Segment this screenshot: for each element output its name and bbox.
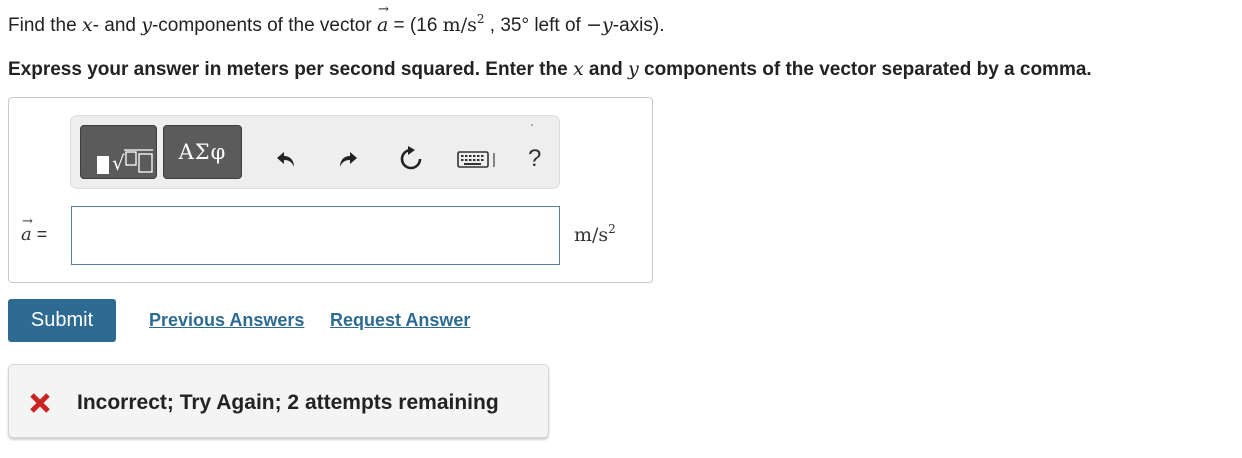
instruction-part: components of the vector separated by a … xyxy=(638,59,1092,80)
question-text-part: -components of the vector xyxy=(151,15,377,36)
vector-a-symbol: a → xyxy=(376,3,389,38)
templates-icon: √ xyxy=(97,149,153,175)
reset-button[interactable] xyxy=(398,146,424,172)
reset-icon xyxy=(400,146,422,170)
magnitude-value: = (16 xyxy=(388,15,443,36)
previous-answers-link[interactable]: Previous Answers xyxy=(149,310,304,331)
redo-button[interactable] xyxy=(335,146,361,172)
toolbar-dot xyxy=(531,124,533,126)
redo-icon xyxy=(340,152,357,167)
vector-a-symbol: a → xyxy=(21,215,33,245)
svg-text:√: √ xyxy=(112,151,125,175)
instruction-text: Express your answer in meters per second… xyxy=(8,56,1092,83)
unit-base: m/s xyxy=(574,224,609,246)
templates-button[interactable]: √ xyxy=(80,125,157,179)
magnitude-unit: m/s xyxy=(442,14,477,36)
x-mark-icon xyxy=(30,393,50,413)
vector-arrow: → xyxy=(22,214,33,229)
y-variable: y xyxy=(628,58,639,80)
question-suffix: -axis). xyxy=(612,15,665,36)
question-text: Find the x- and y-components of the vect… xyxy=(8,3,665,39)
answer-input[interactable] xyxy=(71,206,560,265)
answer-unit: m/s2 xyxy=(574,222,616,246)
undo-button[interactable] xyxy=(273,146,299,172)
keyboard-button[interactable] xyxy=(456,146,502,172)
unit-exponent: 2 xyxy=(608,222,616,236)
direction-text: , 35° left of xyxy=(484,15,587,36)
symbols-icon: ΑΣφ xyxy=(178,140,227,164)
request-answer-link[interactable]: Request Answer xyxy=(330,310,470,331)
help-icon[interactable]: ? xyxy=(528,146,541,172)
x-variable: x xyxy=(81,14,93,36)
equals-sign: = xyxy=(31,224,48,244)
feedback-message: Incorrect; Try Again; 2 attempts remaini… xyxy=(77,391,499,414)
instruction-part: Express your answer in meters per second… xyxy=(8,59,573,80)
answer-label: a → = xyxy=(21,215,48,245)
answer-panel: √ ΑΣφ ? a → = m/s2 xyxy=(8,97,653,283)
submit-button[interactable]: Submit xyxy=(8,299,116,342)
symbols-button[interactable]: ΑΣφ xyxy=(163,125,242,179)
math-toolbar: √ ΑΣφ ? xyxy=(70,115,560,189)
negative-y-axis: −y xyxy=(586,14,613,36)
instruction-part: and xyxy=(583,59,628,80)
y-variable: y xyxy=(141,14,152,36)
question-prefix: Find the xyxy=(8,15,82,36)
question-text-part: - and xyxy=(92,15,142,36)
undo-icon xyxy=(277,152,294,167)
vector-arrow: → xyxy=(377,2,389,17)
keyboard-icon xyxy=(457,151,495,168)
feedback-box: Incorrect; Try Again; 2 attempts remaini… xyxy=(8,364,549,438)
x-variable: x xyxy=(572,58,584,80)
vector-letter: a xyxy=(376,14,389,36)
